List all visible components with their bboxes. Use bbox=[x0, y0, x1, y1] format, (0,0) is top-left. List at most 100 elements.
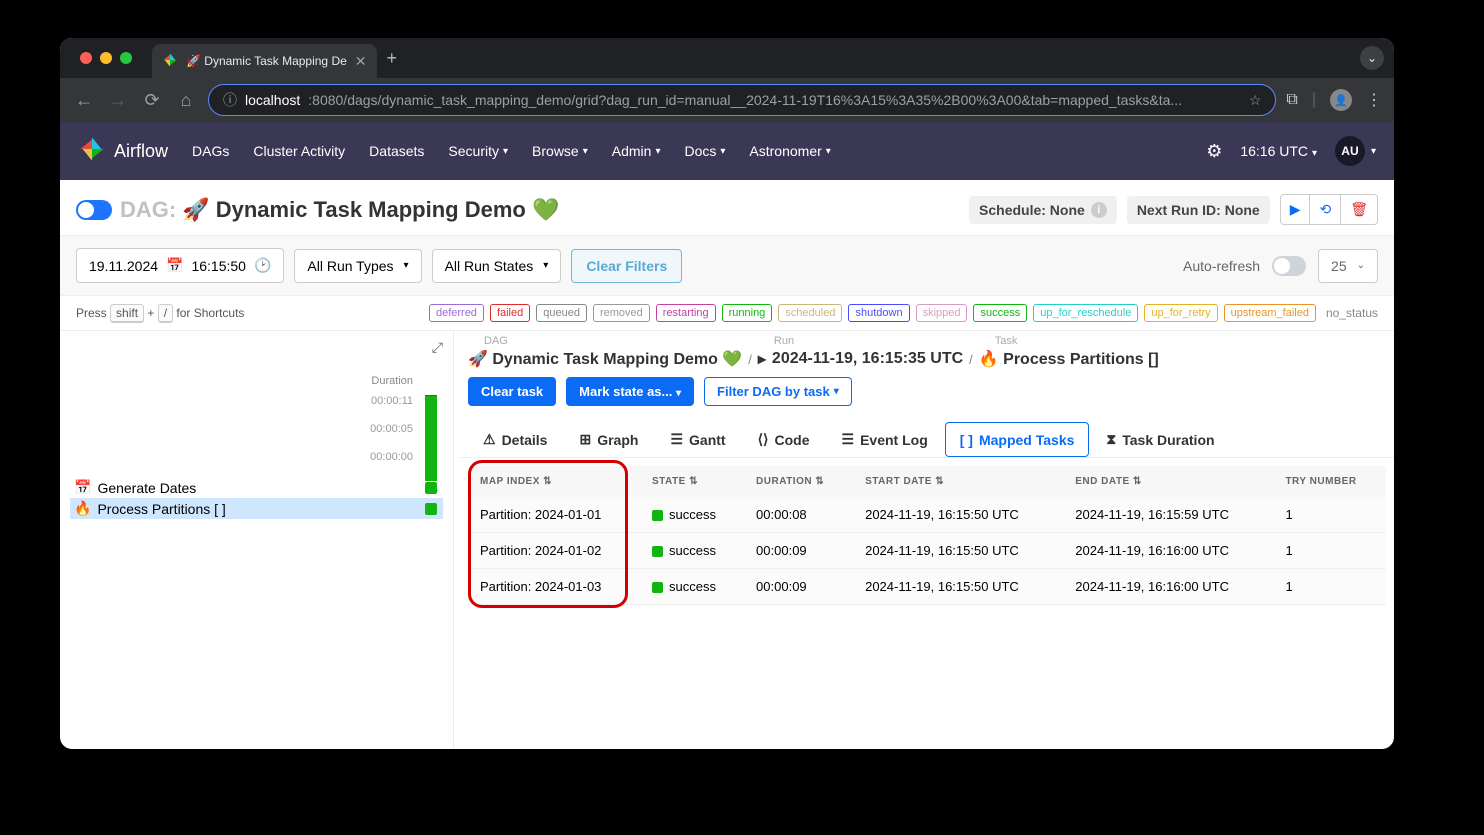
legend-queued[interactable]: queued bbox=[536, 304, 587, 322]
trigger-play-button[interactable]: ▶ bbox=[1280, 194, 1311, 225]
maximize-window-icon[interactable] bbox=[120, 52, 132, 64]
user-menu[interactable]: AU ▾ bbox=[1335, 136, 1376, 166]
expand-grid-icon[interactable]: ⤢ bbox=[432, 339, 443, 356]
close-tab-icon[interactable]: ✕ bbox=[355, 53, 367, 70]
tab-graph[interactable]: ⊞Graph bbox=[564, 422, 653, 457]
detail-tabs: ⚠Details ⊞Graph ☰Gantt ⟨⟩Code ☰Event Log… bbox=[460, 414, 1394, 458]
time-value: 16:15:50 bbox=[191, 258, 246, 274]
nav-security[interactable]: Security▾ bbox=[448, 143, 508, 159]
sort-icon: ⇅ bbox=[815, 476, 824, 487]
brackets-icon: [ ] bbox=[960, 432, 973, 448]
airflow-brand: Airflow bbox=[114, 141, 168, 162]
col-state[interactable]: STATE ⇅ bbox=[640, 466, 744, 497]
run-bar[interactable] bbox=[425, 395, 437, 481]
mark-state-button[interactable]: Mark state as... ▾ bbox=[566, 377, 694, 406]
run-date-selector[interactable]: 19.11.2024 📅 16:15:50 🕑 bbox=[76, 248, 284, 283]
cell-state: success bbox=[640, 569, 744, 605]
delete-dag-button[interactable]: 🗑 bbox=[1341, 194, 1378, 225]
tab-event-log[interactable]: ☰Event Log bbox=[827, 422, 943, 457]
task-icon: 🔥 bbox=[74, 500, 91, 517]
clear-task-button[interactable]: Clear task bbox=[468, 377, 556, 406]
legend-restarting[interactable]: restarting bbox=[656, 304, 716, 322]
autorefresh-label: Auto-refresh bbox=[1183, 258, 1260, 274]
legend-running[interactable]: running bbox=[722, 304, 773, 322]
col-end-date[interactable]: END DATE ⇅ bbox=[1063, 466, 1273, 497]
autorefresh-toggle[interactable] bbox=[1272, 256, 1306, 276]
url-host: localhost bbox=[245, 92, 300, 108]
tab-mapped-tasks[interactable]: [ ]Mapped Tasks bbox=[945, 422, 1090, 457]
browser-tab[interactable]: 🚀 Dynamic Task Mapping De ✕ bbox=[152, 44, 377, 78]
clear-filters-button[interactable]: Clear Filters bbox=[571, 249, 682, 283]
legend-success[interactable]: success bbox=[973, 304, 1027, 322]
legend-failed[interactable]: failed bbox=[490, 304, 530, 322]
col-try-number[interactable]: TRY NUMBER bbox=[1273, 466, 1386, 497]
nav-docs[interactable]: Docs▾ bbox=[684, 143, 725, 159]
bc-dag[interactable]: 🚀 Dynamic Task Mapping Demo 💚 bbox=[468, 349, 742, 369]
legend-up_for_retry[interactable]: up_for_retry bbox=[1144, 304, 1217, 322]
airflow-logo[interactable]: Airflow bbox=[78, 135, 168, 168]
clock-icon: 🕑 bbox=[254, 257, 271, 274]
col-start-date[interactable]: START DATE ⇅ bbox=[853, 466, 1063, 497]
dag-pause-toggle[interactable] bbox=[76, 200, 112, 220]
nav-datasets[interactable]: Datasets bbox=[369, 143, 424, 159]
task-status-box[interactable] bbox=[425, 503, 437, 515]
bc-run[interactable]: ▸ 2024-11-19, 16:15:35 UTC bbox=[758, 349, 963, 369]
schedule-pill[interactable]: Schedule: Nonei bbox=[969, 196, 1117, 224]
legend-scheduled[interactable]: scheduled bbox=[778, 304, 842, 322]
page-size-select[interactable]: 25⌄ bbox=[1318, 249, 1378, 283]
run-states-select[interactable]: All Run States▾ bbox=[432, 249, 562, 283]
col-map-index[interactable]: MAP INDEX ⇅ bbox=[468, 466, 640, 497]
refresh-button[interactable]: ⟲ bbox=[1310, 194, 1341, 225]
extensions-icon[interactable]: ⧉ bbox=[1286, 91, 1297, 109]
reload-icon[interactable]: ⟳ bbox=[140, 90, 164, 111]
col-duration[interactable]: DURATION ⇅ bbox=[744, 466, 853, 497]
task-status-box[interactable] bbox=[425, 482, 437, 494]
next-run-pill[interactable]: Next Run ID: None bbox=[1127, 196, 1270, 224]
run-types-select[interactable]: All Run Types▾ bbox=[294, 249, 421, 283]
forward-icon[interactable]: → bbox=[106, 90, 130, 111]
legend-removed[interactable]: removed bbox=[593, 304, 650, 322]
legend-upstream_failed[interactable]: upstream_failed bbox=[1224, 304, 1316, 322]
tab-details[interactable]: ⚠Details bbox=[468, 422, 562, 457]
table-row[interactable]: Partition: 2024-01-01 success 00:00:08 2… bbox=[468, 497, 1386, 533]
nav-browse[interactable]: Browse▾ bbox=[532, 143, 588, 159]
bc-task[interactable]: 🔥 Process Partitions [] bbox=[979, 349, 1159, 369]
nav-astronomer[interactable]: Astronomer▾ bbox=[749, 143, 830, 159]
detail-panel: DAG🚀 Dynamic Task Mapping Demo 💚 / Run▸ … bbox=[454, 331, 1394, 749]
legend-skipped[interactable]: skipped bbox=[916, 304, 968, 322]
airflow-favicon-icon bbox=[162, 52, 178, 71]
filter-by-task-button[interactable]: Filter DAG by task ▾ bbox=[704, 377, 852, 406]
clock[interactable]: 16:16 UTC ▾ bbox=[1240, 143, 1317, 159]
legend-up_for_reschedule[interactable]: up_for_reschedule bbox=[1033, 304, 1138, 322]
legend-deferred[interactable]: deferred bbox=[429, 304, 484, 322]
log-icon: ☰ bbox=[842, 431, 855, 448]
tab-code[interactable]: ⟨⟩Code bbox=[743, 422, 825, 457]
back-icon[interactable]: ← bbox=[72, 90, 96, 111]
chevron-down-icon: ▾ bbox=[543, 260, 548, 271]
minimize-window-icon[interactable] bbox=[100, 52, 112, 64]
nav-admin[interactable]: Admin▾ bbox=[612, 143, 661, 159]
table-row[interactable]: Partition: 2024-01-03 success 00:00:09 2… bbox=[468, 569, 1386, 605]
user-avatar: AU bbox=[1335, 136, 1365, 166]
legend-shutdown[interactable]: shutdown bbox=[848, 304, 909, 322]
settings-gear-icon[interactable]: ⚙ bbox=[1206, 141, 1222, 162]
duration-ticks: 00:00:11 00:00:05 00:00:00 bbox=[70, 387, 443, 471]
task-row-process-partitions[interactable]: 🔥 Process Partitions [ ] bbox=[70, 498, 443, 519]
tab-task-duration[interactable]: ⧗Task Duration bbox=[1091, 422, 1229, 457]
table-row[interactable]: Partition: 2024-01-02 success 00:00:09 2… bbox=[468, 533, 1386, 569]
tab-overflow-icon[interactable]: ⌄ bbox=[1360, 46, 1384, 70]
profile-icon[interactable]: 👤 bbox=[1330, 89, 1352, 111]
close-window-icon[interactable] bbox=[80, 52, 92, 64]
task-row-generate-dates[interactable]: 📅 Generate Dates bbox=[70, 477, 443, 498]
airflow-navbar: Airflow DAGs Cluster Activity Datasets S… bbox=[60, 122, 1394, 180]
new-tab-button[interactable]: + bbox=[387, 48, 398, 69]
cell-try-number: 1 bbox=[1273, 533, 1386, 569]
address-bar[interactable]: ⓘ localhost:8080/dags/dynamic_task_mappi… bbox=[208, 84, 1276, 116]
nav-dags[interactable]: DAGs bbox=[192, 143, 229, 159]
tab-gantt[interactable]: ☰Gantt bbox=[655, 422, 740, 457]
nav-cluster-activity[interactable]: Cluster Activity bbox=[253, 143, 345, 159]
home-icon[interactable]: ⌂ bbox=[174, 90, 198, 111]
star-icon[interactable]: ☆ bbox=[1249, 92, 1262, 109]
site-info-icon[interactable]: ⓘ bbox=[223, 90, 237, 110]
chrome-menu-icon[interactable]: ⋮ bbox=[1366, 90, 1382, 110]
